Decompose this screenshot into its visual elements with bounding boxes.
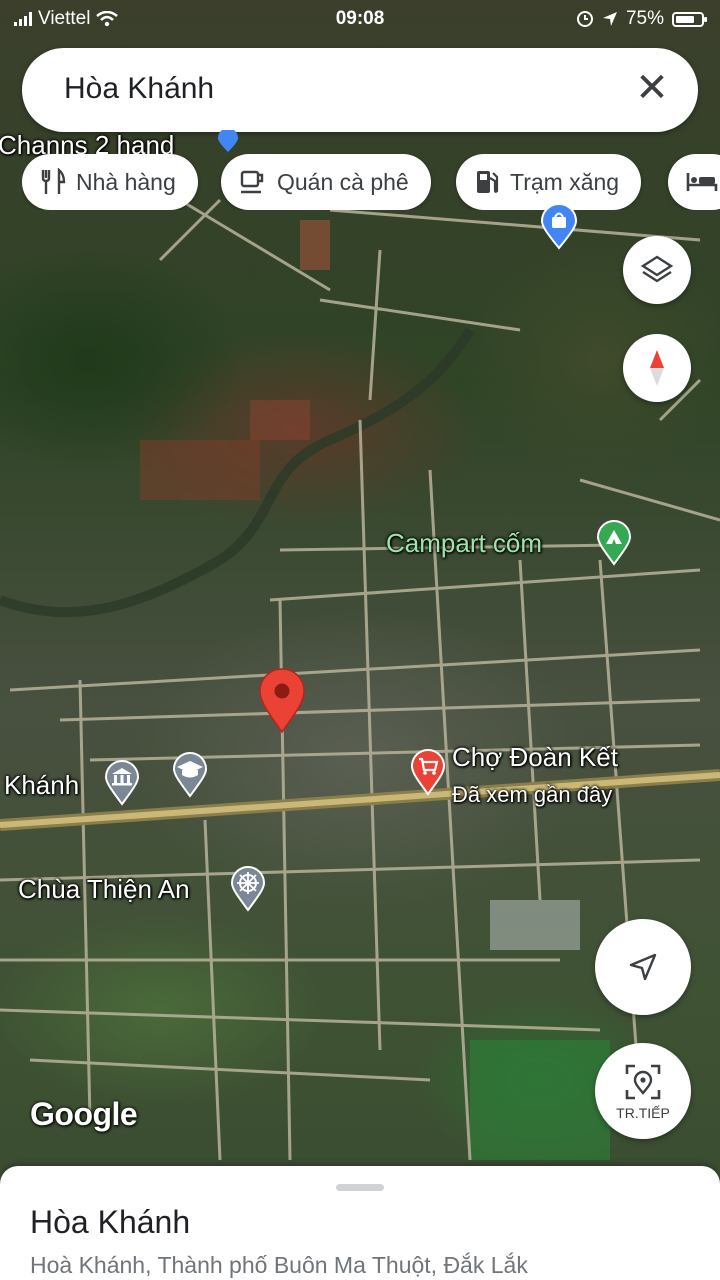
chip-label: Trạm xăng bbox=[510, 168, 620, 195]
road bbox=[319, 298, 521, 332]
search-query[interactable]: Hòa Khánh bbox=[64, 72, 214, 106]
road bbox=[518, 559, 542, 901]
road bbox=[428, 469, 472, 1161]
explore-nearby-button[interactable]: TR.TIẾP bbox=[595, 1043, 691, 1139]
map-label-pagoda[interactable]: Chùa Thiện An bbox=[18, 874, 190, 905]
place-address: Hoà Khánh, Thành phố Buôn Ma Thuột, Đắk … bbox=[30, 1252, 528, 1278]
road bbox=[59, 698, 701, 722]
road bbox=[269, 568, 701, 602]
google-watermark: Google bbox=[30, 1096, 138, 1132]
chip-label: Quán cà phê bbox=[277, 168, 409, 195]
field-patch bbox=[250, 400, 310, 440]
place-sheet[interactable]: Hòa Khánh Hoà Khánh, Thành phố Buôn Ma T… bbox=[0, 1166, 720, 1280]
pagoda-pin-icon[interactable] bbox=[230, 866, 266, 912]
school-pin-icon[interactable] bbox=[172, 752, 208, 798]
field-patch bbox=[470, 1040, 610, 1160]
road bbox=[368, 249, 382, 401]
government-pin-icon[interactable] bbox=[104, 760, 140, 806]
search-bar[interactable]: Hòa Khánh ✕ bbox=[22, 48, 698, 132]
map-label-camp[interactable]: Campart cốm bbox=[386, 528, 542, 559]
gas-station-icon bbox=[477, 171, 499, 193]
road bbox=[329, 208, 701, 242]
hotel-icon bbox=[686, 173, 718, 191]
road bbox=[358, 419, 382, 1051]
camp-pin-icon[interactable] bbox=[596, 520, 632, 566]
road bbox=[203, 819, 222, 1161]
location-pin-icon[interactable] bbox=[258, 668, 306, 734]
battery-icon bbox=[672, 11, 707, 27]
battery-percent: 75% bbox=[625, 8, 664, 29]
navigation-arrow-icon bbox=[629, 953, 657, 981]
restaurant-icon bbox=[41, 168, 66, 194]
chip-hotel[interactable] bbox=[668, 154, 720, 210]
road bbox=[579, 478, 720, 522]
chip-coffee[interactable]: Quán cà phê bbox=[221, 154, 431, 210]
road bbox=[9, 648, 701, 692]
map-label-market[interactable]: Chợ Đoàn Kết bbox=[452, 742, 618, 773]
sheet-handle[interactable] bbox=[336, 1184, 384, 1191]
chip-restaurant[interactable]: Nhà hàng bbox=[22, 154, 198, 210]
scan-location-icon bbox=[625, 1064, 661, 1100]
map-label-khanh[interactable]: Khánh bbox=[4, 770, 79, 801]
status-bar: Viettel 09:08 75% bbox=[0, 0, 720, 38]
chip-label: Nhà hàng bbox=[76, 168, 176, 195]
next-label: TR.TIẾP bbox=[616, 1105, 670, 1121]
coffee-icon bbox=[240, 170, 264, 194]
road bbox=[0, 1008, 601, 1032]
field-patch bbox=[490, 900, 580, 950]
compass-icon bbox=[650, 350, 664, 386]
shop-pin-icon[interactable] bbox=[216, 130, 240, 154]
field-patch bbox=[140, 440, 260, 500]
layers-button[interactable] bbox=[623, 236, 691, 304]
screen-lock-icon bbox=[576, 11, 593, 27]
location-arrow-icon bbox=[602, 12, 617, 26]
compass-button[interactable] bbox=[623, 334, 691, 402]
chip-gas[interactable]: Trạm xăng bbox=[456, 154, 642, 210]
place-name: Hòa Khánh bbox=[30, 1204, 191, 1240]
map-label-market-sub: Đã xem gần đây bbox=[452, 782, 613, 807]
shopping-pin-icon[interactable] bbox=[540, 204, 578, 250]
market-pin-icon[interactable] bbox=[410, 748, 446, 796]
status-right: 75% bbox=[576, 8, 707, 30]
layers-icon bbox=[640, 255, 674, 283]
my-location-button[interactable] bbox=[595, 919, 691, 1015]
road bbox=[598, 559, 642, 1101]
category-chips: Nhà hàng Quán cà phê Trạm xăng bbox=[22, 154, 720, 210]
close-icon[interactable]: ✕ bbox=[630, 68, 674, 112]
field-patch bbox=[300, 220, 330, 270]
